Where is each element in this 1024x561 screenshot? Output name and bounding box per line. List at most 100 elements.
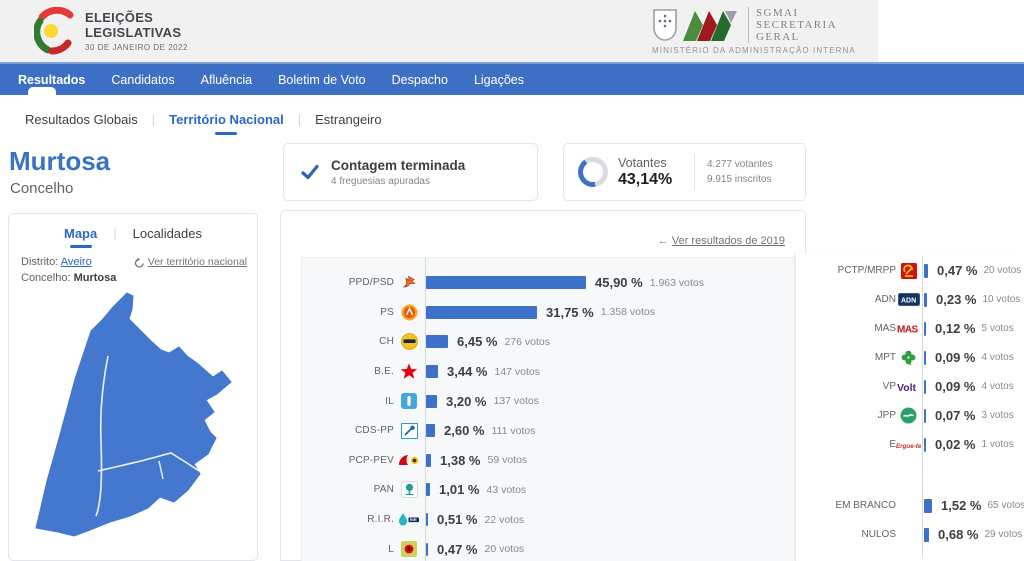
bar-zone: 1,01 %43 votos (426, 482, 526, 497)
page-subtitle: Concelho (10, 180, 73, 197)
party-label: IL (302, 396, 394, 407)
result-bar[interactable] (924, 351, 926, 365)
portugal-shield-icon (652, 8, 678, 42)
result-bar[interactable] (924, 528, 929, 542)
result-bar[interactable] (924, 264, 928, 278)
result-bar[interactable] (924, 293, 927, 307)
result-percentage: 0,47 % (937, 263, 977, 278)
result-bar[interactable] (924, 438, 926, 452)
result-bar[interactable] (924, 380, 926, 394)
turnout-voters: 4.277 votantes (707, 157, 773, 172)
map-card: Mapa |Localidades Distrito: Aveiro Conce… (8, 213, 258, 561)
turnout-percentage: 43,14% (618, 171, 694, 189)
party-label: MPT (796, 352, 896, 363)
result-bar[interactable] (924, 409, 926, 423)
turnout-card: Votantes 43,14% 4.277 votantes 9.915 ins… (563, 143, 806, 201)
result-bar[interactable] (426, 306, 537, 319)
result-percentage: 2,60 % (444, 423, 484, 438)
result-bar[interactable] (924, 322, 926, 336)
result-votes: 1.963 votos (650, 277, 704, 289)
subnav-tab-território-nacional[interactable]: Território Nacional (169, 112, 284, 135)
party-label: PCTP/MRPP (796, 265, 896, 276)
bar-zone: 1,38 %59 votos (426, 453, 527, 468)
result-percentage: 3,44 % (447, 364, 487, 379)
result-percentage: 0,09 % (935, 350, 975, 365)
brand-subtitle: 30 DE JANEIRO DE 2022 (85, 43, 188, 52)
nav-item-ligações[interactable]: Ligações (474, 73, 524, 87)
small-parties-panel: PCTP/MRPP0,47 %20 votosADNADN0,23 %10 vo… (795, 253, 1024, 561)
bar-zone: 3,20 %137 votos (426, 394, 539, 409)
result-bar[interactable] (924, 499, 932, 513)
result-bar[interactable] (426, 276, 586, 289)
see-2019-results-link[interactable]: ← Ver resultados de 2019 (658, 235, 785, 247)
nav-item-resultados[interactable]: Resultados (18, 73, 85, 87)
result-bar[interactable] (426, 365, 438, 378)
election-results-page: ELEIÇÕES LEGISLATIVAS 30 DE JANEIRO DE 2… (0, 0, 1024, 561)
bar-zone: 2,60 %111 votos (426, 423, 535, 438)
pcppev-party-icon (394, 453, 424, 468)
results-chart-card: ← Ver resultados de 2019 PPD/PSD45,90 %1… (280, 210, 806, 561)
subnav-tab-estrangeiro[interactable]: Estrangeiro (315, 112, 381, 135)
party-result-row: L 0,47 %20 votos (302, 534, 803, 561)
ppdpsd-party-icon (394, 274, 424, 291)
result-bar[interactable] (426, 424, 435, 437)
result-votes: 29 votos (984, 529, 1022, 540)
cdspp-party-icon (394, 423, 424, 439)
result-percentage: 0,68 % (938, 527, 978, 542)
result-votes: 147 votos (494, 366, 540, 378)
party-result-row: R.I.R.RIR0,51 %22 votos (302, 505, 803, 535)
party-result-row: PCP-PEV 1,38 %59 votos (302, 446, 803, 476)
turnout-enrolled: 9.915 inscritos (707, 172, 773, 187)
result-votes: 4 votos (981, 381, 1013, 392)
mas-party-icon: MAS (896, 322, 921, 335)
adn-party-icon: ADN (896, 293, 921, 306)
active-tab-underline (215, 132, 237, 135)
party-result-row: IL 3,20 %137 votos (302, 386, 803, 416)
map-tab-mapa[interactable]: Mapa (64, 226, 97, 248)
party-result-row: PAN1,01 %43 votos (302, 475, 803, 505)
nav-item-boletim-de-voto[interactable]: Boletim de Voto (278, 73, 366, 87)
party-label: NULOS (796, 529, 896, 540)
sgmai-divider (748, 7, 749, 43)
result-bar[interactable] (426, 335, 448, 348)
party-label: PCP-PEV (302, 455, 394, 466)
small-party-row: EErgue-te0,02 %1 votos (796, 430, 1024, 459)
counting-status-subtitle: 4 freguesias apuradas (331, 176, 465, 187)
nav-item-despacho[interactable]: Despacho (392, 73, 448, 87)
bar-zone: 31,75 %1.358 votos (426, 305, 655, 320)
result-bar[interactable] (426, 483, 430, 496)
result-bar[interactable] (426, 454, 431, 467)
result-bar[interactable] (426, 543, 428, 556)
map-tab-separator: | (113, 226, 116, 248)
result-percentage: 6,45 % (457, 334, 497, 349)
result-bar[interactable] (426, 395, 437, 408)
ministry-caption: MINISTÉRIO DA ADMINISTRAÇÃO INTERNA (652, 46, 878, 55)
pan-party-icon (394, 481, 424, 498)
party-label: L (302, 544, 394, 555)
result-percentage: 0,51 % (437, 512, 477, 527)
small-party-row: VPVolt0,09 %4 votos (796, 372, 1024, 401)
nav-item-candidatos[interactable]: Candidatos (111, 73, 174, 87)
party-label: PPD/PSD (302, 277, 394, 288)
map-tabs: Mapa | Localidades (9, 226, 257, 248)
back-to-national-link[interactable]: Ver território nacional (134, 256, 247, 268)
result-percentage: 1,38 % (440, 453, 480, 468)
district-link[interactable]: Aveiro (61, 256, 92, 268)
subnav-tab-resultados-globais[interactable]: Resultados Globais (25, 112, 138, 135)
left-arrow-icon: ← (658, 235, 669, 247)
result-percentage: 0,12 % (935, 321, 975, 336)
eleicoes-brand: ELEIÇÕES LEGISLATIVAS 30 DE JANEIRO DE 2… (34, 7, 188, 55)
result-votes: 5 votos (981, 323, 1013, 334)
result-bar[interactable] (426, 513, 428, 526)
bar-zone: 0,47 %20 votos (426, 542, 524, 557)
counting-status-title: Contagem terminada (331, 158, 465, 173)
svg-text:Volt: Volt (897, 382, 917, 393)
rir-party-icon: RIR (394, 512, 424, 527)
result-votes: 276 votos (504, 336, 550, 348)
nav-item-afluência[interactable]: Afluência (201, 73, 252, 87)
murtosa-municipality-map[interactable] (9, 276, 259, 561)
map-tab-localidades[interactable]: Localidades (133, 226, 202, 248)
brand-text: ELEIÇÕES LEGISLATIVAS 30 DE JANEIRO DE 2… (85, 10, 188, 52)
small-party-row: NULOS 0,68 % 29 votos (796, 520, 1024, 549)
result-votes: 65 votos (987, 500, 1024, 511)
